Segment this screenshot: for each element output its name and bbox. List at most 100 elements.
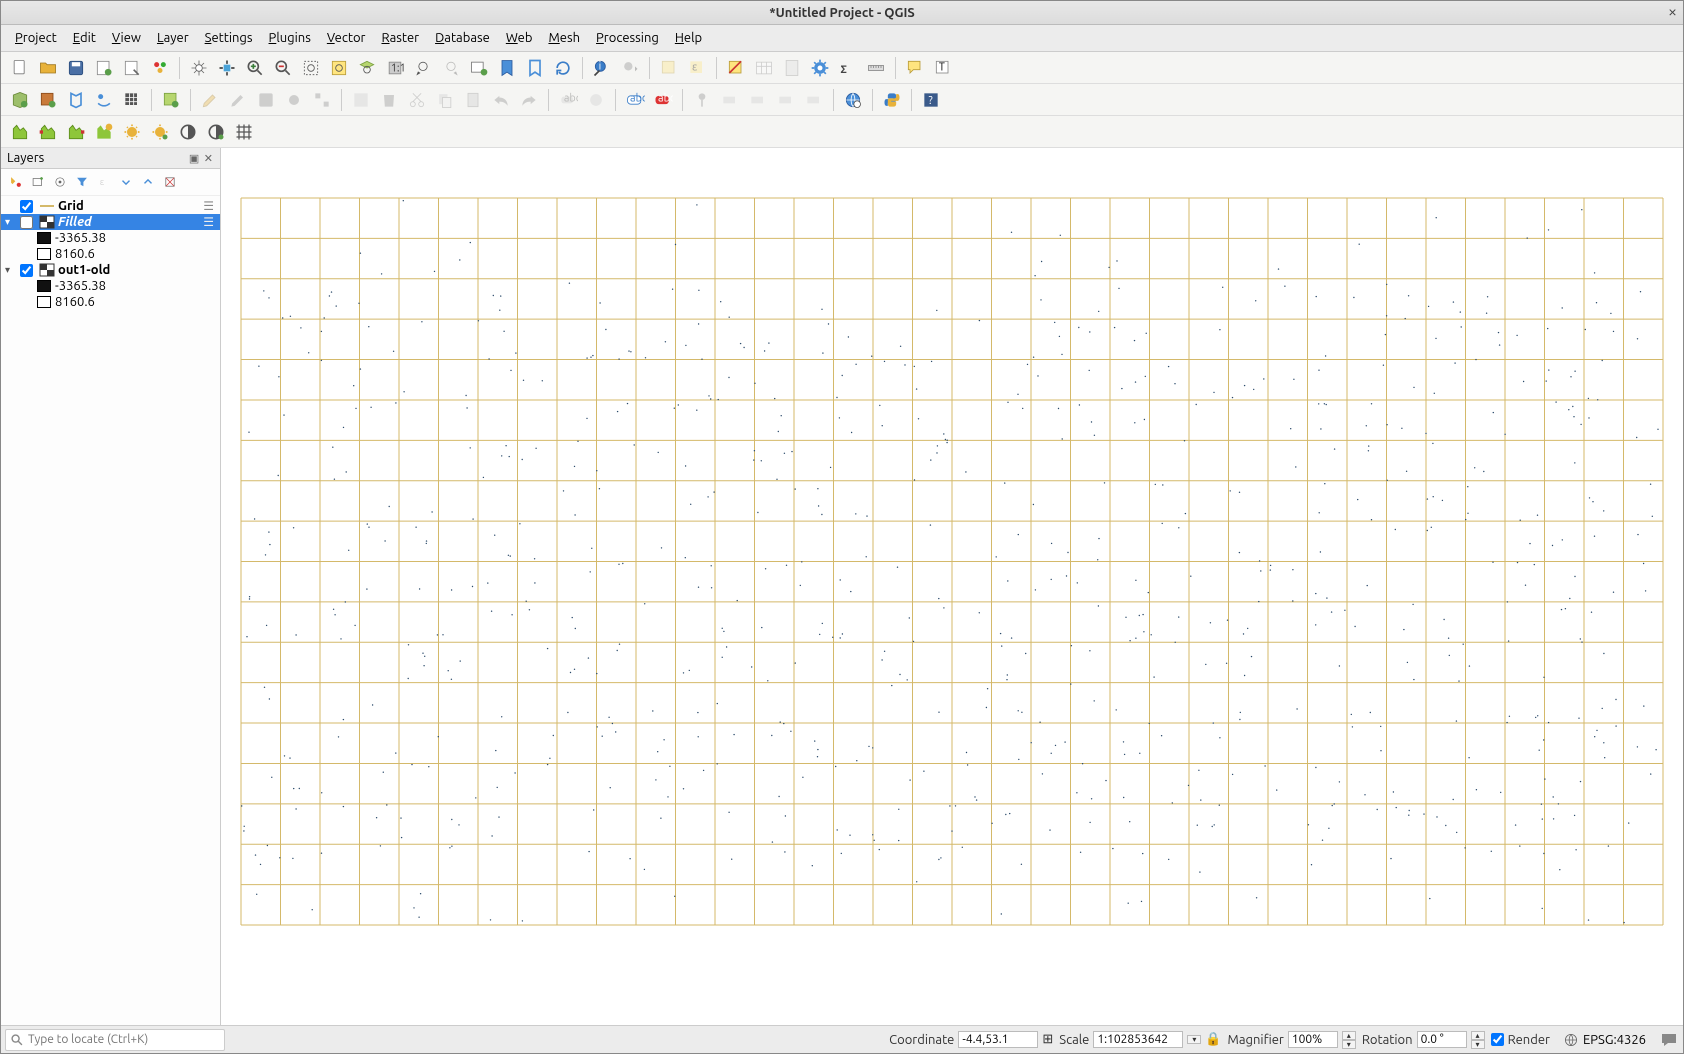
new-mesh-button[interactable] xyxy=(119,87,145,113)
map-canvas[interactable] xyxy=(221,148,1683,1025)
refresh-button[interactable] xyxy=(550,55,576,81)
grid-button[interactable] xyxy=(231,119,257,145)
extents-toggle-icon[interactable]: ⊞ xyxy=(1042,1032,1053,1047)
magnifier-input[interactable] xyxy=(1288,1031,1338,1048)
cumulative-stretch-button[interactable] xyxy=(35,119,61,145)
select-features-button[interactable] xyxy=(656,55,682,81)
layer-actions-icon[interactable]: ☰ xyxy=(203,199,214,213)
remove-layer-button[interactable] xyxy=(159,171,181,193)
open-project-button[interactable] xyxy=(35,55,61,81)
save-layer-edits-button[interactable] xyxy=(253,87,279,113)
rotation-spinner[interactable]: ▴▾ xyxy=(1471,1031,1485,1049)
new-geopackage-button[interactable] xyxy=(35,87,61,113)
layer-styling-button[interactable] xyxy=(5,171,27,193)
annotation-button[interactable]: T xyxy=(930,55,956,81)
delete-selected-button[interactable] xyxy=(376,87,402,113)
zoom-to-selection-button[interactable] xyxy=(326,55,352,81)
crs-button[interactable]: EPSG:4326 xyxy=(1556,1029,1653,1051)
save-edits-button[interactable] xyxy=(225,87,251,113)
rotate-label-button[interactable] xyxy=(773,87,799,113)
zoom-to-layer-button[interactable] xyxy=(354,55,380,81)
menu-help[interactable]: Help xyxy=(667,27,710,49)
add-feature-button[interactable] xyxy=(281,87,307,113)
zoom-out-button[interactable] xyxy=(270,55,296,81)
contrast-button[interactable] xyxy=(203,119,229,145)
layer-item-filled[interactable]: ▾Filled☰ xyxy=(1,214,220,230)
menu-processing[interactable]: Processing xyxy=(588,27,667,49)
menu-project[interactable]: Project xyxy=(7,27,65,49)
new-shapefile-button[interactable] xyxy=(63,87,89,113)
deselect-all-button[interactable] xyxy=(723,55,749,81)
zoom-last-button[interactable] xyxy=(410,55,436,81)
scale-input[interactable] xyxy=(1093,1031,1183,1048)
show-labels-button[interactable]: abc xyxy=(622,87,648,113)
add-vector-layer-button[interactable] xyxy=(7,87,33,113)
expand-all-button[interactable] xyxy=(115,171,137,193)
field-calculator-button[interactable] xyxy=(779,55,805,81)
paste-features-button[interactable] xyxy=(460,87,486,113)
layer-actions-icon[interactable]: ☰ xyxy=(203,215,214,229)
menu-layer[interactable]: Layer xyxy=(149,27,197,49)
locator-bar[interactable] xyxy=(5,1029,225,1051)
new-spatialite-button[interactable] xyxy=(91,87,117,113)
menu-plugins[interactable]: Plugins xyxy=(261,27,319,49)
filter-by-expression-button[interactable]: ε xyxy=(93,171,115,193)
style-manager-button[interactable] xyxy=(147,55,173,81)
layer-visibility-checkbox[interactable] xyxy=(20,200,33,213)
manage-themes-button[interactable] xyxy=(49,171,71,193)
python-console-button[interactable] xyxy=(879,87,905,113)
zoom-native-button[interactable]: 1:1 xyxy=(382,55,408,81)
help-button[interactable]: ? xyxy=(918,87,944,113)
menu-raster[interactable]: Raster xyxy=(373,27,427,49)
new-spatial-bookmark-button[interactable] xyxy=(494,55,520,81)
local-cumulative-button[interactable] xyxy=(147,119,173,145)
menu-view[interactable]: View xyxy=(104,27,149,49)
pin-labels-button[interactable] xyxy=(689,87,715,113)
show-pinned-labels-button[interactable] xyxy=(717,87,743,113)
undo-button[interactable] xyxy=(488,87,514,113)
menu-settings[interactable]: Settings xyxy=(197,27,261,49)
show-bookmarks-button[interactable] xyxy=(522,55,548,81)
filter-legend-button[interactable] xyxy=(71,171,93,193)
pan-button[interactable] xyxy=(186,55,212,81)
diagram-button[interactable] xyxy=(583,87,609,113)
redo-button[interactable] xyxy=(516,87,542,113)
window-close-button[interactable]: × xyxy=(1668,3,1677,21)
layers-panel-header[interactable]: Layers ▣ ✕ xyxy=(1,148,220,169)
messages-button[interactable] xyxy=(1659,1030,1679,1050)
menu-vector[interactable]: Vector xyxy=(319,27,374,49)
attribute-table-button[interactable] xyxy=(751,55,777,81)
magnifier-spinner[interactable]: ▴▾ xyxy=(1342,1031,1356,1049)
layout-manager-button[interactable] xyxy=(119,55,145,81)
menu-edit[interactable]: Edit xyxy=(65,27,104,49)
map-tips-button[interactable] xyxy=(902,55,928,81)
measure-button[interactable] xyxy=(863,55,889,81)
menu-database[interactable]: Database xyxy=(427,27,498,49)
processing-toolbox-button[interactable] xyxy=(807,55,833,81)
save-project-button[interactable] xyxy=(63,55,89,81)
zoom-next-button[interactable] xyxy=(438,55,464,81)
move-label-button[interactable] xyxy=(745,87,771,113)
cut-features-button[interactable] xyxy=(404,87,430,113)
layer-visibility-checkbox[interactable] xyxy=(20,264,33,277)
toggle-editing-button[interactable] xyxy=(197,87,223,113)
layer-visibility-checkbox[interactable] xyxy=(20,216,33,229)
collapse-all-button[interactable] xyxy=(137,171,159,193)
labeling-single-button[interactable]: abc xyxy=(555,87,581,113)
new-map-view-button[interactable] xyxy=(466,55,492,81)
locator-input[interactable] xyxy=(28,1033,220,1046)
change-label-button[interactable] xyxy=(801,87,827,113)
new-virtual-layer-button[interactable] xyxy=(158,87,184,113)
local-full-stretch-button[interactable] xyxy=(175,119,201,145)
copy-features-button[interactable] xyxy=(432,87,458,113)
identify-button[interactable]: i xyxy=(589,55,615,81)
increase-brightness-button[interactable] xyxy=(91,119,117,145)
select-by-expression-button[interactable]: ε xyxy=(684,55,710,81)
zoom-in-button[interactable] xyxy=(242,55,268,81)
new-print-layout-button[interactable] xyxy=(91,55,117,81)
zoom-full-button[interactable] xyxy=(298,55,324,81)
lock-scale-icon[interactable]: 🔒 xyxy=(1205,1032,1221,1047)
coordinate-input[interactable] xyxy=(958,1031,1038,1048)
full-stretch-button[interactable] xyxy=(63,119,89,145)
rotation-input[interactable] xyxy=(1417,1031,1467,1048)
